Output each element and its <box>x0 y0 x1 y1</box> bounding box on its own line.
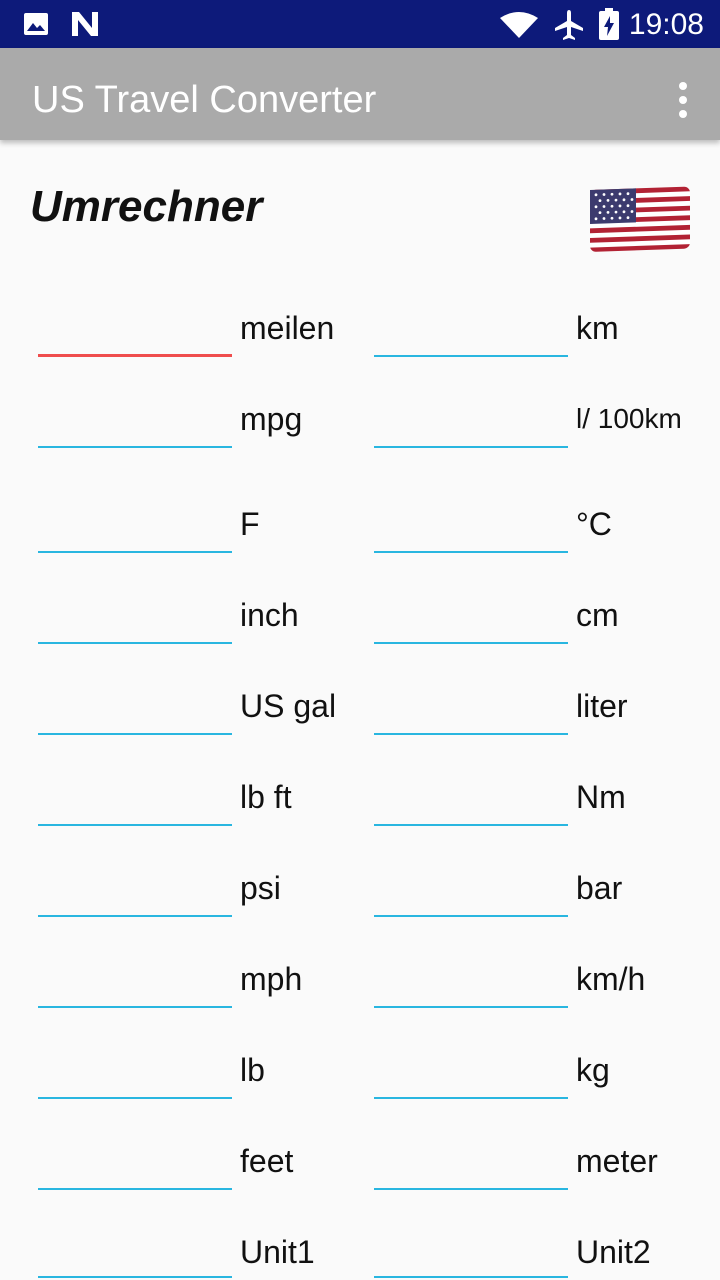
meter-input[interactable] <box>374 1146 568 1190</box>
conversion-row-mpg-l100km: mpg l/ 100km <box>0 391 720 471</box>
image-icon <box>22 10 50 43</box>
unit-label-kg: kg <box>576 1052 610 1088</box>
liter-input[interactable] <box>374 691 568 735</box>
unit-label-feet: feet <box>240 1143 294 1179</box>
unit-label-unit1: Unit1 <box>240 1234 315 1270</box>
kg-input[interactable] <box>374 1055 568 1099</box>
unit-label-c: °C <box>576 506 612 542</box>
inch-input[interactable] <box>38 600 232 644</box>
bar-input[interactable] <box>374 873 568 917</box>
clock: 19:08 <box>628 8 704 41</box>
unit-label-nm: Nm <box>576 779 626 815</box>
miles-input[interactable] <box>38 313 232 357</box>
battery-charging-icon <box>598 8 620 45</box>
conversion-row-unit1-unit2: Unit1 Unit2 <box>0 1224 720 1280</box>
airplane-mode-icon <box>552 8 586 47</box>
page-title: Umrechner <box>30 182 263 231</box>
us-flag-icon <box>590 182 690 258</box>
lb-ft-input[interactable] <box>38 782 232 826</box>
conversion-row-gal-liter: US gal liter <box>0 678 720 758</box>
conversion-row-feet-meter: feet meter <box>0 1133 720 1213</box>
conversion-row-mph-kmh: mph km/h <box>0 951 720 1031</box>
unit-label-l-100km: l/ 100km <box>576 403 682 434</box>
unit-label-f: F <box>240 506 260 542</box>
unit-label-meilen: meilen <box>240 310 335 346</box>
unit-label-mph: mph <box>240 961 303 997</box>
conversion-row-lbft-nm: lb ft Nm <box>0 769 720 849</box>
unit-label-cm: cm <box>576 597 619 633</box>
us-gal-input[interactable] <box>38 691 232 735</box>
cm-input[interactable] <box>374 600 568 644</box>
unit-label-inch: inch <box>240 597 299 633</box>
conversion-row-inch-cm: inch cm <box>0 587 720 667</box>
unit-label-us-gal: US gal <box>240 688 337 724</box>
more-vert-icon[interactable] <box>674 82 690 118</box>
conversion-row-f-c: F °C <box>0 496 720 576</box>
unit-label-km: km <box>576 310 619 346</box>
celsius-input[interactable] <box>374 509 568 553</box>
feet-input[interactable] <box>38 1146 232 1190</box>
fahrenheit-input[interactable] <box>38 509 232 553</box>
conversion-row-lb-kg: lb kg <box>0 1042 720 1122</box>
status-bar: 19:08 <box>0 0 720 48</box>
conversion-row-miles-km: meilen km <box>0 300 720 380</box>
unit-label-unit2: Unit2 <box>576 1234 651 1270</box>
nm-input[interactable] <box>374 782 568 826</box>
psi-input[interactable] <box>38 873 232 917</box>
app-title: US Travel Converter <box>32 79 377 121</box>
unit-label-lb-ft: lb ft <box>240 779 292 815</box>
unit2-input[interactable] <box>374 1234 568 1278</box>
kmh-input[interactable] <box>374 964 568 1008</box>
unit-label-liter: liter <box>576 688 628 724</box>
unit-label-kmh: km/h <box>576 961 646 997</box>
unit-label-meter: meter <box>576 1143 658 1179</box>
unit-label-psi: psi <box>240 870 281 906</box>
wifi-icon <box>500 12 538 43</box>
unit1-input[interactable] <box>38 1234 232 1278</box>
unit-label-lb: lb <box>240 1052 265 1088</box>
n-logo-icon <box>70 10 100 43</box>
mph-input[interactable] <box>38 964 232 1008</box>
unit-label-mpg: mpg <box>240 401 303 437</box>
mpg-input[interactable] <box>38 404 232 448</box>
unit-label-bar: bar <box>576 870 623 906</box>
app-bar: US Travel Converter <box>0 48 720 140</box>
conversion-row-psi-bar: psi bar <box>0 860 720 940</box>
lb-input[interactable] <box>38 1055 232 1099</box>
l-100km-input[interactable] <box>374 404 568 448</box>
km-input[interactable] <box>374 313 568 357</box>
